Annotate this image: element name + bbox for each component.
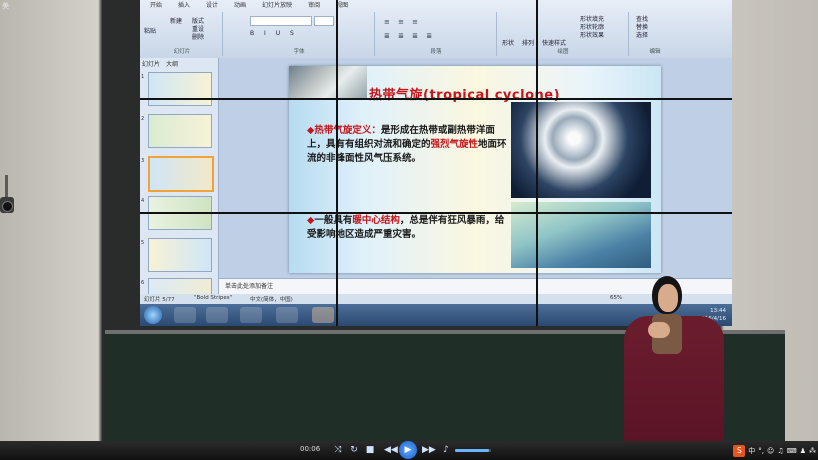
ime-mode[interactable]: 中 [748,446,755,456]
display-bezel [140,98,732,100]
tab-slides[interactable]: 幻灯片 [142,59,160,68]
font-style-icons[interactable]: B I U S [250,30,298,37]
mic-icon[interactable]: ♫ [777,447,783,455]
slide-corner-image [289,66,367,100]
punctuation-icon[interactable]: °, [758,447,764,455]
ribbon-tab[interactable]: 设计 [206,0,218,10]
media-player-icon[interactable] [240,307,262,323]
ribbon-group-drawing: 形状 排列 快速样式 形状填充 形状轮廓 形状效果 绘图 [498,12,629,56]
thumb-number: 6 [141,280,145,286]
app-icon[interactable] [276,307,298,323]
ribbon-group-editing: 查找 替换 选择 编辑 [630,12,680,56]
font-size-field[interactable] [314,16,334,26]
select-button[interactable]: 选择 [636,30,648,39]
satellite-cyclone-image [511,102,651,198]
display-bezel [140,212,732,214]
bullet-text: 一般具有 [314,215,353,226]
thumb-number: 2 [141,116,145,122]
volume-slider[interactable] [455,449,491,452]
slide-thumbnail[interactable] [148,114,212,148]
tab-outline[interactable]: 大纲 [166,59,178,68]
display-bezel [336,0,338,326]
quick-styles-button[interactable]: 快速样式 [542,38,566,47]
ribbon-tab[interactable]: 开始 [150,0,162,10]
slide-thumbnail[interactable] [148,238,212,272]
group-label: 编辑 [649,49,661,55]
group-label: 字体 [293,49,305,55]
user-icon[interactable]: ♟ [800,447,806,455]
thumb-number: 1 [141,74,145,80]
powerpoint-icon[interactable] [312,307,334,323]
repeat-icon[interactable]: ↻ [348,444,360,456]
ribbon-toolbar: 开始 插入 设计 动画 幻灯片放映 审阅 视图 粘贴 新建 版式 重设 删除 幻… [140,0,732,59]
window-title: 美 [2,2,9,10]
paste-button[interactable]: 粘贴 [144,26,156,35]
ie-icon[interactable] [174,307,196,323]
slide-title: 热带气旋(tropical cyclone) [369,88,561,103]
ribbon-tab[interactable]: 幻灯片放映 [262,0,292,10]
keyboard-icon[interactable]: ⌨ [787,447,797,455]
next-icon[interactable]: ▶▶ [422,444,436,456]
language-status: 中文(简体，中国) [250,297,293,303]
sogou-logo[interactable]: S [733,444,746,457]
arrange-button[interactable]: 排列 [522,38,534,47]
volume-level [455,449,490,452]
ribbon-tab[interactable]: 审阅 [308,0,320,10]
ribbon-group-font: B I U S 字体 [224,12,375,56]
stop-icon[interactable]: ■ [364,444,376,456]
font-name-field[interactable] [250,16,312,26]
thumb-number: 4 [141,198,145,204]
display-bezel [536,0,538,326]
bullet-highlight: 暖中心结构 [352,215,400,226]
ribbon-tab[interactable]: 插入 [178,0,190,10]
group-label: 幻灯片 [173,49,191,55]
ribbon-group-slides: 粘贴 新建 版式 重设 删除 幻灯片 [142,12,223,56]
ribbon-group-paragraph: ≡ ≡ ≡ ≣ ≣ ≣ ≣ 段落 [376,12,497,56]
playlist-icon[interactable]: ⤨ [332,444,344,456]
slide-edit-area: 热带气旋(tropical cyclone) ◆热带气旋定义：是形成在热带或副热… [219,58,732,278]
ribbon-tabs: 开始 插入 设计 动画 幻灯片放映 审阅 视图 [150,0,348,10]
align-icons[interactable]: ≣ ≣ ≣ ≣ [384,32,435,40]
slide-thumbnail-selected[interactable] [148,156,214,192]
group-label: 绘图 [557,49,569,55]
delete-button[interactable]: 删除 [192,32,204,41]
slide-thumbnail[interactable] [148,72,212,106]
menu-icon[interactable]: ⁂ [809,447,816,455]
emoji-icon[interactable]: ☺ [767,447,774,455]
theme-name: "Bold Stripes" [194,295,233,301]
video-player-bar: 00:06 ⤨ ↻ ■ ◀◀ ▶ ▶▶ ♪ S 中 °, ☺ ♫ ⌨ ♟ ⁂ [0,441,818,460]
slide-counter: 幻灯片 5/77 [144,297,175,303]
list-icons[interactable]: ≡ ≡ ≡ [384,18,421,26]
shapes-button[interactable]: 形状 [502,38,514,47]
playback-time: 00:06 [300,445,321,453]
play-button[interactable]: ▶ [399,441,417,459]
ribbon-tab[interactable]: 动画 [234,0,246,10]
group-label: 段落 [430,49,442,55]
explorer-icon[interactable] [206,307,228,323]
bullet-highlight: 强烈气旋性 [430,139,479,150]
lecturer [618,276,728,446]
shape-effects-button[interactable]: 形状效果 [580,30,604,39]
thumb-number: 5 [141,240,145,246]
start-button[interactable] [144,306,162,324]
volume-icon[interactable]: ♪ [440,444,452,456]
previous-icon[interactable]: ◀◀ [384,444,398,456]
thumb-number: 3 [141,158,145,164]
bullet-heading: 热带气旋定义： [314,125,381,136]
new-slide-button[interactable]: 新建 [170,16,182,25]
security-camera [0,175,20,235]
ime-toolbar: S 中 °, ☺ ♫ ⌨ ♟ ⁂ [733,444,816,457]
slide-thumbnail-panel: 幻灯片 大纲 1 2 3 4 5 6 [140,58,219,298]
